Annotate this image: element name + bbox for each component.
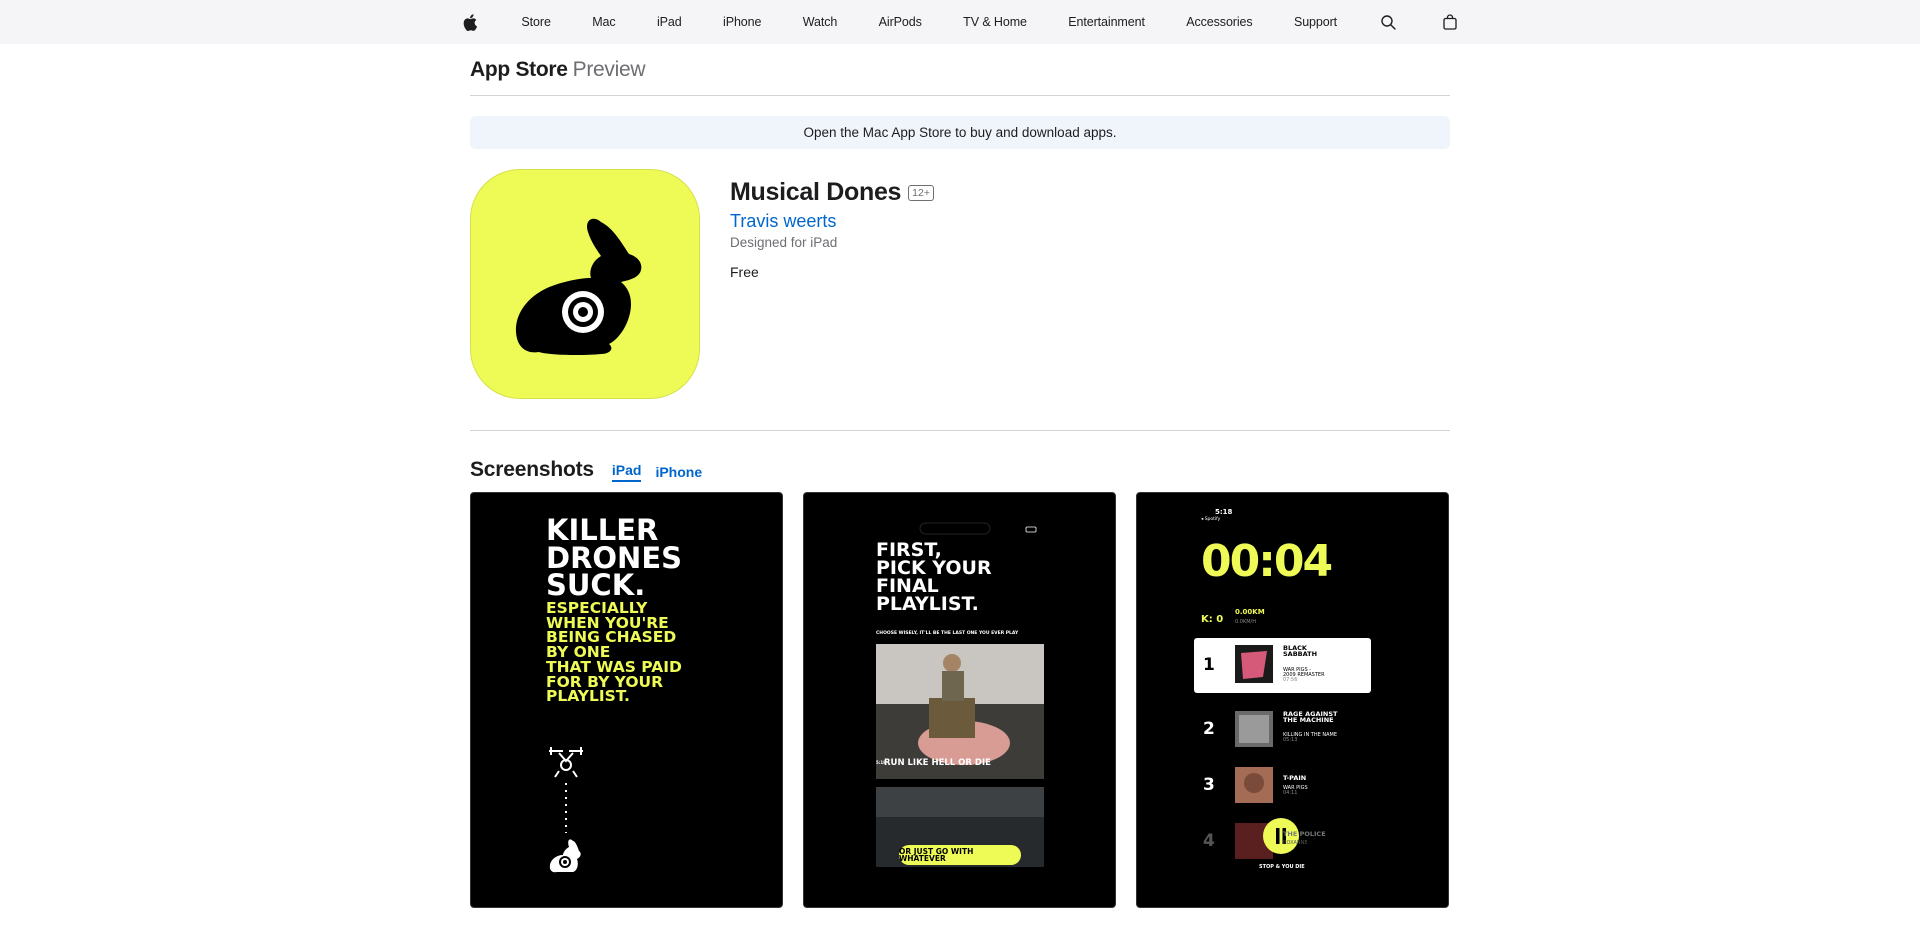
track-4-rank: 4 [1203, 831, 1215, 851]
section-divider [470, 430, 1450, 431]
nav-ipad[interactable]: iPad [657, 15, 682, 29]
mac-app-store-banner: Open the Mac App Store to buy and downlo… [470, 116, 1450, 149]
track-2-rank: 2 [1203, 719, 1215, 739]
drone-chase-illustration [549, 747, 583, 873]
screenshot-2[interactable]: 5:18 FIRST, PICK YOUR FINAL PLAYLIST. CH… [803, 492, 1116, 908]
developer-link[interactable]: Travis weerts [730, 211, 836, 232]
app-store-title[interactable]: App Store [470, 58, 568, 82]
app-title: Musical Dones [730, 178, 902, 206]
track-4-artist: THE POLICE [1283, 830, 1326, 838]
screenshot-3[interactable]: 5:18 ◂ Spotify 00:04 K: 0 0.00KM 0.0KM/H… [1136, 492, 1449, 908]
rabbit-target-icon [515, 218, 642, 356]
shot2-headline: FIRST, PICK YOUR FINAL PLAYLIST. [876, 539, 992, 616]
tab-ipad[interactable]: iPad [611, 462, 642, 482]
shot2-whatever-button: OR JUST GO WITH WHATEVER [899, 845, 1021, 865]
nav-store[interactable]: Store [521, 15, 550, 29]
nav-accessories[interactable]: Accessories [1186, 15, 1252, 29]
shot2-caption: CHOOSE WISELY, IT'LL BE THE LAST ONE YOU… [876, 631, 1019, 636]
screenshot-1[interactable]: KILLER DRONES SUCK. ESPECIALLY WHEN YOU'… [470, 492, 783, 908]
nav-tv-home[interactable]: TV & Home [963, 15, 1027, 29]
app-icon [470, 169, 700, 399]
track-3-artist: T-PAIN [1283, 774, 1307, 782]
track-1-artist: BLACK SABBATH [1283, 644, 1318, 659]
track-2-artist: RAGE AGAINST THE MACHINE [1283, 710, 1338, 725]
app-info: Musical Dones 12+ Travis weerts Designed… [730, 178, 1430, 280]
price-label: Free [730, 264, 759, 280]
age-rating-badge: 12+ [908, 184, 934, 201]
screenshots-header: Screenshots iPad iPhone [470, 452, 1450, 482]
app-store-header: App Store Preview [470, 44, 1450, 96]
track-1-rank: 1 [1203, 655, 1215, 675]
screenshots-title: Screenshots [470, 458, 594, 481]
nav-entertainment[interactable]: Entertainment [1068, 15, 1145, 29]
apple-logo-icon[interactable] [460, 0, 480, 44]
preview-label: Preview [572, 57, 646, 81]
track-3-song: WAR PIGS 04:11 [1283, 785, 1308, 796]
shot3-bottom-label: STOP & YOU DIE [1259, 864, 1305, 870]
global-nav: Store Mac iPad iPhone Watch AirPods TV &… [0, 0, 1920, 44]
track-2-song: KILLING IN THE NAME 05:13 [1283, 732, 1338, 743]
track-3-rank: 3 [1203, 775, 1215, 795]
designed-for-label: Designed for iPad [730, 235, 838, 250]
nav-airpods[interactable]: AirPods [879, 15, 922, 29]
track-4-song: ROXANNE [1283, 840, 1308, 846]
track-1-song: WAR PIGS - 2009 REMASTER 07:56 [1283, 667, 1325, 683]
tab-iphone[interactable]: iPhone [655, 464, 702, 482]
bag-icon[interactable] [1440, 0, 1460, 44]
nav-mac[interactable]: Mac [592, 15, 615, 29]
nav-support[interactable]: Support [1294, 15, 1337, 29]
nav-watch[interactable]: Watch [803, 15, 838, 29]
shot2-card-label: RUN LIKE HELL OR DIE [884, 758, 991, 768]
nav-iphone[interactable]: iPhone [723, 15, 761, 29]
search-icon[interactable] [1378, 0, 1398, 44]
